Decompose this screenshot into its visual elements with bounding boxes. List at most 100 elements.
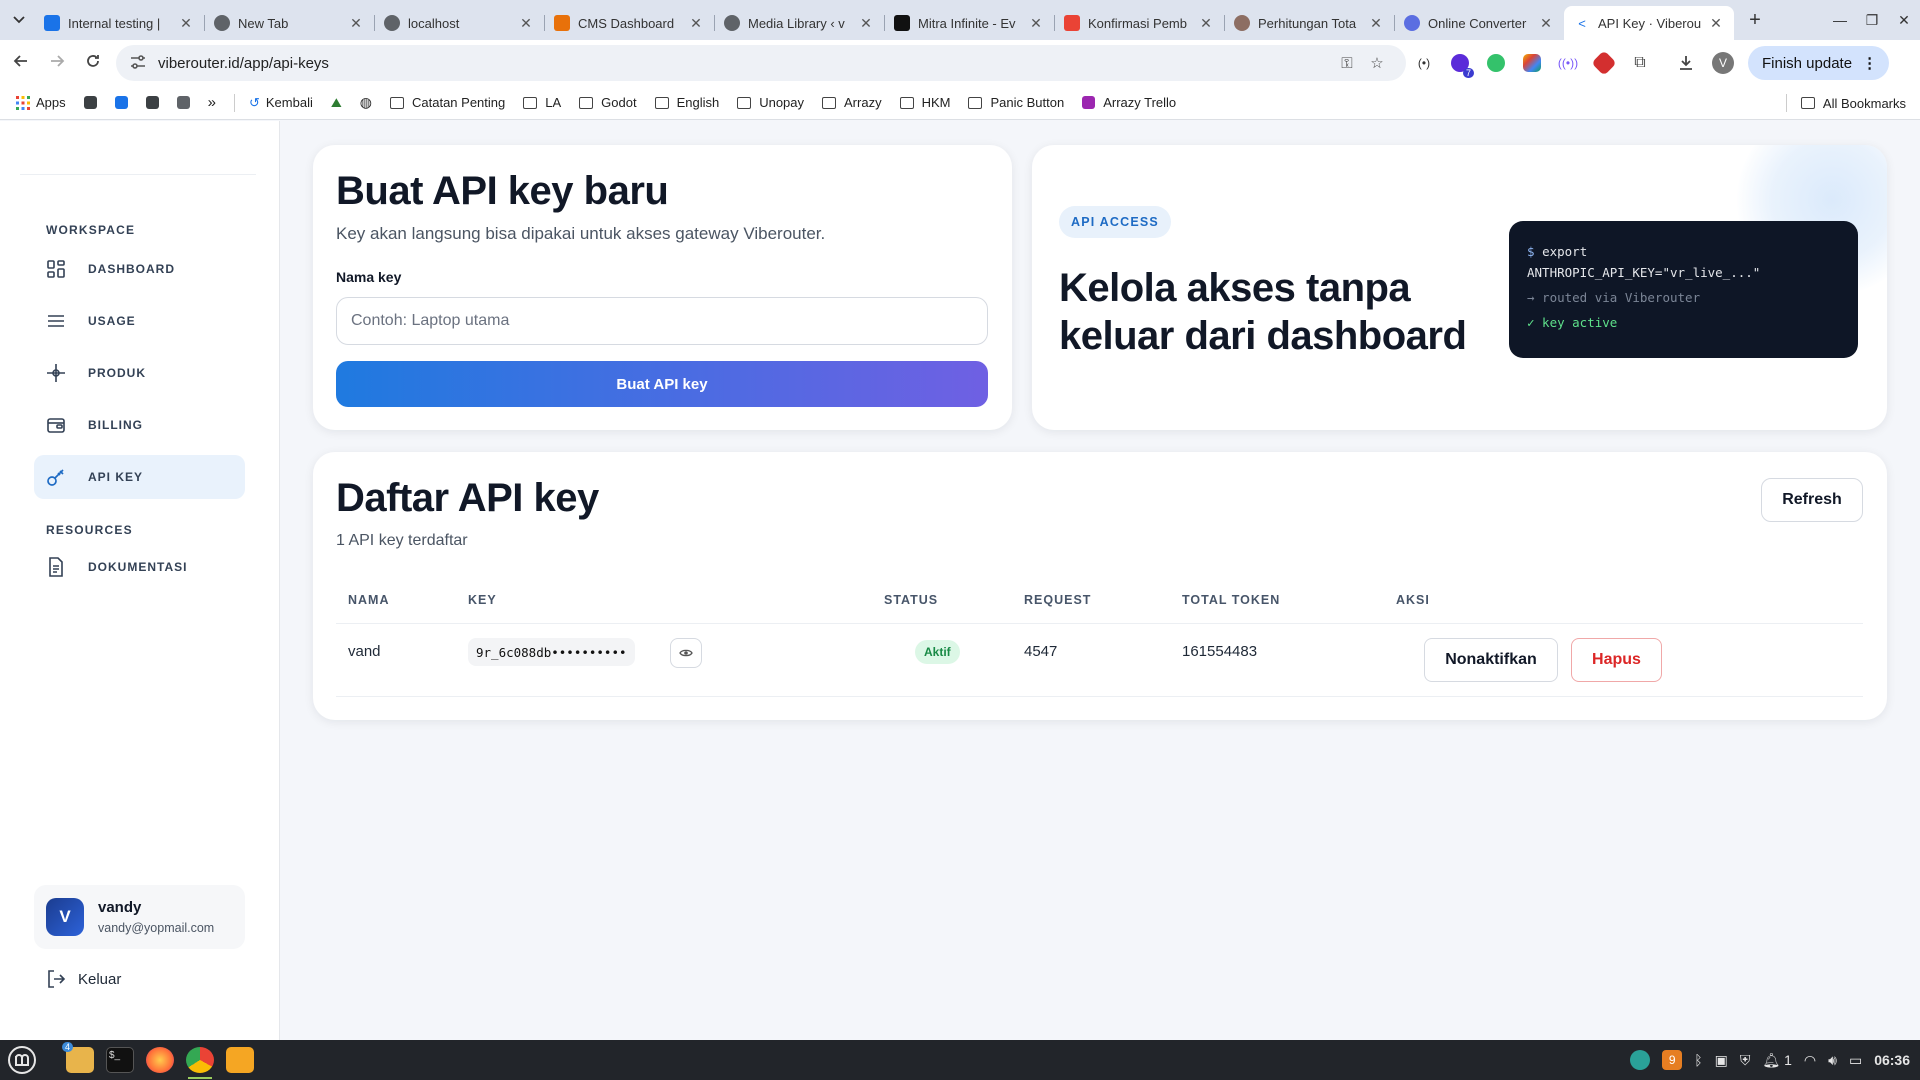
volume-icon[interactable]: 🔊︎	[1828, 1052, 1837, 1069]
tab-close-icon[interactable]: ✕	[1538, 15, 1554, 32]
clock[interactable]: 06:36	[1874, 1052, 1910, 1068]
tab-close-icon[interactable]: ✕	[1708, 15, 1724, 32]
taskbar-firefox[interactable]	[140, 1040, 180, 1080]
tab-search-button[interactable]	[4, 5, 34, 35]
logout-label: Keluar	[78, 970, 122, 988]
bookmark-folder[interactable]: English	[654, 95, 719, 110]
downloads-button[interactable]	[1668, 45, 1704, 81]
browser-tab[interactable]: Perhitungan Tota ✕	[1224, 6, 1394, 40]
deactivate-button[interactable]: Nonaktifkan	[1424, 638, 1558, 682]
notification-icon[interactable]: 🔔︎	[1762, 1052, 1780, 1069]
bookmark-icon-only[interactable]	[176, 96, 190, 109]
browser-tab[interactable]: Online Converter ✕	[1394, 6, 1564, 40]
browser-tab[interactable]: New Tab ✕	[204, 6, 374, 40]
restore-icon[interactable]: ❐	[1856, 12, 1888, 29]
reveal-key-button[interactable]	[670, 638, 702, 668]
sidebar-item-api-key[interactable]: API KEY	[34, 455, 245, 499]
minimize-icon[interactable]: —	[1824, 12, 1856, 28]
profile-avatar[interactable]: V	[1712, 52, 1734, 74]
finish-update-button[interactable]: Finish update ⋮	[1748, 46, 1890, 80]
taskbar-chrome[interactable]	[180, 1040, 220, 1080]
sidebar-item-usage[interactable]: USAGE	[34, 299, 245, 343]
tab-close-icon[interactable]: ✕	[348, 15, 364, 32]
clipboard-icon[interactable]: ▣	[1715, 1052, 1728, 1069]
bookmark-label: Panic Button	[990, 95, 1065, 110]
extension-button[interactable]	[1514, 45, 1550, 81]
menu-button[interactable]	[2, 1040, 42, 1080]
browser-tab-active[interactable]: < API Key · Viberou ✕	[1564, 6, 1734, 40]
sidebar-item-label: PRODUK	[88, 366, 147, 380]
bookmark-folder[interactable]: Unopay	[737, 95, 804, 110]
tab-close-icon[interactable]: ✕	[1368, 15, 1384, 32]
sidebar-item-dashboard[interactable]: DASHBOARD	[34, 247, 245, 291]
extension-button[interactable]: (•)	[1406, 45, 1442, 81]
reload-button[interactable]	[78, 53, 108, 74]
taskbar-sublime[interactable]	[220, 1040, 260, 1080]
bookmark-folder[interactable]: LA	[523, 95, 561, 110]
tab-close-icon[interactable]: ✕	[858, 15, 874, 32]
close-window-icon[interactable]: ✕	[1888, 12, 1920, 29]
tab-close-icon[interactable]: ✕	[1028, 15, 1044, 32]
browser-tab[interactable]: Media Library ‹ v ✕	[714, 6, 884, 40]
user-card[interactable]: V vandy vandy@yopmail.com	[34, 885, 245, 949]
site-info-icon[interactable]	[130, 54, 150, 72]
extension-button[interactable]: 7	[1442, 45, 1478, 81]
bookmark-favicon-icon	[176, 96, 190, 109]
extension-button[interactable]: ((•))	[1550, 45, 1586, 81]
bookmark-kembali[interactable]: ↺ Kembali	[249, 95, 313, 111]
tab-close-icon[interactable]: ✕	[1198, 15, 1214, 32]
extension-button[interactable]	[1478, 45, 1514, 81]
bookmark-star-icon[interactable]: ☆	[1362, 54, 1392, 72]
refresh-button[interactable]: Refresh	[1761, 478, 1863, 522]
bookmark-icon-only[interactable]	[114, 96, 128, 109]
browser-tab[interactable]: Internal testing | ✕	[34, 6, 204, 40]
browser-tab[interactable]: CMS Dashboard ✕	[544, 6, 714, 40]
new-tab-button[interactable]: +	[1740, 9, 1770, 32]
taskbar-terminal[interactable]: $_	[100, 1040, 140, 1080]
create-api-key-button[interactable]: Buat API key	[336, 361, 988, 407]
bookmark-folder[interactable]: Catatan Penting	[390, 95, 505, 110]
browser-tab[interactable]: Mitra Infinite - Ev ✕	[884, 6, 1054, 40]
browser-tab[interactable]: localhost ✕	[374, 6, 544, 40]
bookmark-folder[interactable]: Panic Button	[968, 95, 1064, 110]
forward-button[interactable]	[42, 53, 72, 74]
bookmark-folder[interactable]: Godot	[579, 95, 637, 110]
key-name-input[interactable]	[336, 297, 988, 345]
tab-close-icon[interactable]: ✕	[518, 15, 534, 32]
browser-tab[interactable]: Konfirmasi Pemb ✕	[1054, 6, 1224, 40]
extensions-menu-button[interactable]: ⧉	[1622, 45, 1658, 81]
password-key-icon[interactable]: ⚿	[1332, 55, 1362, 72]
taskbar-files[interactable]: 4	[60, 1040, 100, 1080]
bookmarks-overflow-button[interactable]: »	[208, 94, 216, 111]
sidebar-item-dokumentasi[interactable]: DOKUMENTASI	[34, 545, 245, 589]
wifi-icon[interactable]: ◠	[1804, 1052, 1816, 1069]
battery-icon[interactable]: ▭	[1849, 1052, 1862, 1069]
download-icon	[1680, 56, 1692, 70]
bookmark-icon-only[interactable]	[83, 96, 97, 109]
notification-count: 1	[1784, 1052, 1792, 1068]
bookmark-trello[interactable]: Arrazy Trello	[1082, 95, 1176, 110]
sidebar-item-billing[interactable]: BILLING	[34, 403, 245, 447]
bookmark-icon-only[interactable]	[145, 96, 159, 109]
extension-button[interactable]	[1586, 45, 1622, 81]
tray-app-icon[interactable]	[1630, 1050, 1651, 1070]
bookmark-apps[interactable]: Apps	[16, 95, 66, 110]
apps-grid-icon	[16, 95, 30, 110]
delete-button[interactable]: Hapus	[1571, 638, 1662, 682]
all-bookmarks-button[interactable]: All Bookmarks	[1800, 96, 1906, 111]
tab-close-icon[interactable]: ✕	[178, 15, 194, 32]
address-bar[interactable]: viberouter.id/app/api-keys ⚿ ☆	[116, 45, 1406, 81]
tray-badge-icon[interactable]: 9	[1662, 1050, 1683, 1070]
sidebar-item-produk[interactable]: PRODUK	[34, 351, 245, 395]
bluetooth-icon[interactable]: ᛒ	[1694, 1052, 1702, 1068]
logout-button[interactable]: Keluar	[46, 969, 121, 989]
bookmark-folder[interactable]: Arrazy	[822, 95, 882, 110]
shield-icon[interactable]: ⛨	[1740, 1052, 1751, 1069]
sidebar-item-label: USAGE	[88, 314, 136, 328]
bookmark-icon-only[interactable]: ⛰	[331, 95, 342, 111]
back-button[interactable]	[6, 53, 36, 74]
bookmark-icon-only[interactable]: ◍	[360, 94, 372, 111]
tab-close-icon[interactable]: ✕	[688, 15, 704, 32]
bookmark-folder[interactable]: HKM	[899, 95, 950, 110]
column-header-aksi: AKSI	[1396, 593, 1430, 607]
